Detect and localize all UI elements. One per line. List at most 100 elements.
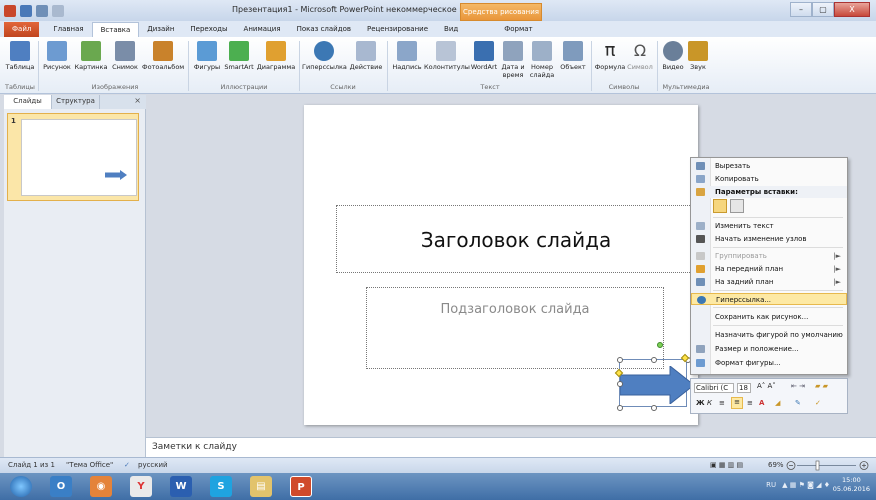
submenu-arrow-icon: |► — [833, 265, 841, 273]
menu-item-send-back[interactable]: На задний план |► — [691, 276, 847, 288]
menu-item-bring-front[interactable]: На передний план |► — [691, 263, 847, 275]
bold-button[interactable]: Ж — [696, 399, 705, 407]
notes-pane[interactable]: Заметки к слайду — [146, 437, 876, 457]
wordart-button[interactable]: WordArt — [468, 41, 500, 71]
powerpoint-icon[interactable] — [4, 4, 16, 17]
menu-item-format-shape[interactable]: Формат фигуры... — [691, 357, 847, 369]
tab-animations[interactable]: Анимация — [236, 22, 289, 37]
resize-handle[interactable] — [651, 357, 657, 363]
language-indicator[interactable]: русский — [138, 461, 168, 469]
hyperlink-button[interactable]: Гиперссылка — [302, 41, 347, 71]
tab-design[interactable]: Дизайн — [139, 22, 182, 37]
font-size-select[interactable]: 18 — [737, 383, 751, 393]
spellcheck-icon[interactable]: ✓ — [124, 461, 130, 469]
explorer-icon[interactable]: ▤ — [250, 476, 272, 497]
close-panel-icon[interactable]: × — [134, 96, 141, 105]
view-buttons[interactable]: ▣ ▦ ▥ ▤ — [710, 461, 743, 469]
menu-item-size-position[interactable]: Размер и положение... — [691, 343, 847, 355]
grow-font-icon[interactable]: A˄ A˅ — [757, 382, 776, 390]
video-button[interactable]: Видео — [660, 41, 686, 71]
indent-icon[interactable]: ⇤ ⇥ — [791, 382, 805, 390]
resize-handle[interactable] — [651, 405, 657, 411]
rotation-handle[interactable] — [657, 342, 663, 348]
hyperlink-icon — [314, 41, 334, 61]
menu-item-edit-points[interactable]: Начать изменение узлов — [691, 233, 847, 245]
object-button[interactable]: Объект — [558, 41, 588, 71]
action-button[interactable]: Действие — [348, 41, 384, 71]
symbol-button[interactable]: Ω Символ — [626, 41, 654, 71]
start-button-icon[interactable] — [10, 476, 32, 497]
picture-button[interactable]: Рисунок — [42, 41, 72, 71]
redo-icon[interactable] — [52, 4, 64, 17]
font-select[interactable]: Calibri (С — [694, 383, 734, 393]
yandex-icon[interactable]: Y — [130, 476, 152, 497]
tab-transitions[interactable]: Переходы — [182, 22, 235, 37]
tab-slideshow[interactable]: Показ слайдов — [289, 22, 359, 37]
font-color-icon[interactable]: A — [759, 399, 764, 407]
tab-insert[interactable]: Вставка — [91, 22, 140, 37]
slide-number-button[interactable]: Номер слайда — [526, 41, 558, 79]
clipart-button[interactable]: Картинка — [74, 41, 108, 71]
screenshot-button[interactable]: Снимок — [110, 41, 140, 71]
formula-button[interactable]: π Формула — [594, 41, 626, 72]
maximize-button[interactable]: ▢ — [812, 2, 834, 17]
menu-item-set-default-shape[interactable]: Назначить фигурой по умолчанию — [691, 329, 847, 341]
word-icon[interactable]: W — [170, 476, 192, 497]
title-placeholder[interactable]: Заголовок слайда — [336, 205, 696, 273]
minimize-button[interactable]: – — [790, 2, 812, 17]
zoom-level[interactable]: 69% — [768, 461, 784, 469]
tab-outline[interactable]: Структура — [52, 95, 100, 109]
format-painter-icon[interactable]: ▰ ▰ — [815, 382, 828, 390]
datetime-button[interactable]: Дата и время — [500, 41, 526, 79]
slide-thumbnail[interactable] — [21, 119, 137, 196]
menu-item-cut[interactable]: Вырезать — [691, 160, 847, 172]
skype-icon[interactable]: S — [210, 476, 232, 497]
resize-handle[interactable] — [617, 405, 623, 411]
menu-item-edit-text[interactable]: Изменить текст — [691, 220, 847, 232]
menu-item-hyperlink[interactable]: Гиперссылка... — [691, 293, 847, 305]
align-left-icon[interactable]: ≡ — [719, 399, 725, 407]
language-tray[interactable]: RU — [766, 481, 776, 489]
header-footer-button[interactable]: Колонтитулы — [424, 41, 470, 71]
paste-option-icon[interactable] — [713, 199, 727, 213]
italic-button[interactable]: К — [707, 399, 712, 407]
clock[interactable]: 15:00 05.06.2016 — [833, 476, 870, 494]
tab-review[interactable]: Рецензирование — [359, 22, 436, 37]
menu-item-save-as-picture[interactable]: Сохранить как рисунок... — [691, 311, 847, 323]
tab-format[interactable]: Формат — [496, 22, 540, 37]
save-icon[interactable] — [20, 4, 32, 17]
tab-slides[interactable]: Слайды — [4, 95, 52, 109]
tab-file[interactable]: Файл — [4, 22, 40, 37]
align-center-icon[interactable]: ≡ — [731, 397, 743, 409]
undo-icon[interactable] — [36, 4, 48, 17]
align-right-icon[interactable]: ≡ — [747, 399, 753, 407]
sound-button[interactable]: Звук — [686, 41, 710, 71]
tab-home[interactable]: Главная — [45, 22, 91, 37]
shape-outline-icon[interactable]: ✎ — [795, 399, 801, 407]
shape-fill-icon[interactable]: ◢ — [775, 399, 780, 407]
menu-item-copy[interactable]: Копировать — [691, 173, 847, 185]
tray-icons[interactable]: ▲ ▦ ⚑ ◙ ◢ ♦ — [782, 481, 830, 489]
ie-icon[interactable]: O — [50, 476, 72, 497]
album-button[interactable]: Фотоальбом — [142, 41, 184, 71]
paste-picture-icon[interactable] — [730, 199, 744, 213]
right-arrow-shape[interactable] — [620, 366, 694, 404]
smartart-button[interactable]: SmartArt — [224, 41, 254, 71]
resize-handle[interactable] — [617, 357, 623, 363]
table-button[interactable]: Таблица — [4, 41, 36, 71]
firefox-icon[interactable]: ◉ — [90, 476, 112, 497]
chart-button[interactable]: Диаграмма — [256, 41, 296, 71]
format-brush-icon[interactable]: ✓ — [815, 399, 821, 407]
menu-item-group[interactable]: Группировать |► — [691, 250, 847, 262]
zoom-slider[interactable] — [786, 460, 870, 473]
close-button[interactable]: X — [834, 2, 870, 17]
powerpoint-taskbar-icon[interactable]: P — [290, 476, 312, 497]
textbox-button[interactable]: Надпись — [390, 41, 424, 71]
slide[interactable]: Заголовок слайда Подзаголовок слайда — [304, 105, 698, 425]
tab-view[interactable]: Вид — [436, 22, 466, 37]
arrow-shape-thumbnail — [105, 170, 127, 180]
slide-thumbnail-item[interactable]: 1 — [7, 113, 139, 201]
arrow-shape-selection[interactable] — [614, 342, 694, 411]
resize-handle[interactable] — [617, 381, 623, 387]
shapes-button[interactable]: Фигуры — [192, 41, 222, 71]
